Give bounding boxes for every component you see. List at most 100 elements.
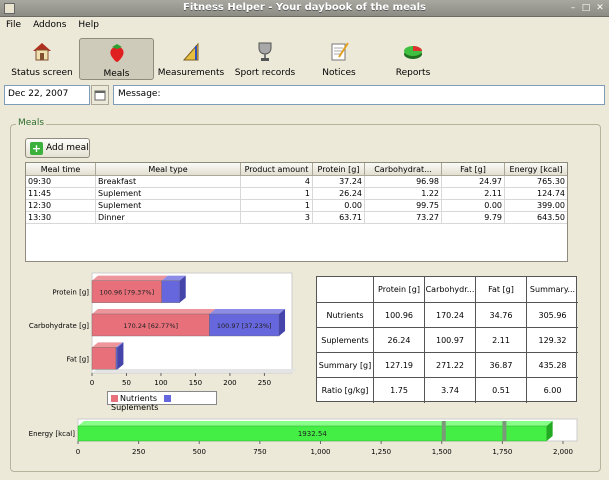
meals-table-header: Meal time Meal type Product amount Prote… [26, 163, 567, 176]
window-titlebar: Fitness Helper - Your daybook of the mea… [0, 0, 609, 17]
notepad-icon [331, 42, 349, 61]
calendar-button[interactable] [91, 85, 109, 105]
cell-time: 12:30 [26, 200, 96, 212]
cell-energy: 765.30 [537, 177, 565, 186]
stats-column-header: Carbohydr... [425, 277, 476, 303]
stats-cell: 6.00 [543, 386, 562, 395]
menu-help[interactable]: Help [72, 17, 105, 33]
stats-row-header: Ratio [g/kg] [317, 378, 374, 403]
toolbar-reports[interactable]: Reports [381, 38, 445, 80]
legend-suplements: Suplements [111, 403, 159, 412]
legend-swatch-suplements [163, 395, 171, 402]
toolbar-sport-records[interactable]: Sport records [230, 38, 300, 80]
chart-legend: Nutrients Suplements [107, 391, 217, 412]
x-tick-label: 250 [258, 379, 271, 387]
bar-suplements [115, 347, 118, 370]
legend-swatch-nutrients [111, 395, 118, 402]
table-row[interactable]: 09:30 Breakfast 4 37.24 96.98 24.97 765.… [26, 176, 567, 188]
x-tick-label: 500 [193, 448, 206, 456]
bar-top [209, 309, 286, 314]
calendar-icon [94, 90, 106, 101]
meals-table: Meal time Meal type Product amount Prote… [25, 162, 568, 262]
stats-cell: 129.32 [527, 328, 578, 353]
cell-amount: 3 [241, 212, 313, 224]
column-header[interactable]: Fat [g] [442, 163, 505, 176]
meals-group-label: Meals [16, 118, 47, 128]
menu-file[interactable]: File [0, 17, 27, 33]
target-marker [502, 421, 507, 441]
x-tick-label: 1,750 [492, 448, 512, 456]
ruler-icon [182, 42, 199, 61]
stats-cell: 3.74 [425, 378, 476, 403]
x-tick-label: 250 [132, 448, 145, 456]
bar-top [92, 309, 216, 314]
bar-data-label: 100.97 [37.23%] [217, 322, 272, 330]
stats-row-header: Summary [g] [317, 353, 374, 378]
table-row[interactable]: 12:30 Suplement 1 0.00 99.75 0.00 399.00 [26, 200, 567, 212]
stats-cell: 1.75 [374, 378, 425, 403]
cell-fat: 2.11 [442, 188, 505, 200]
y-tick-label: Protein [g] [52, 289, 89, 297]
cell-protein: 37.24 [313, 176, 365, 188]
cell-protein: 0.00 [313, 200, 365, 212]
bar-top [78, 421, 553, 426]
cell-fat: 0.00 [442, 200, 505, 212]
cell-protein: 63.71 [313, 212, 365, 224]
x-tick-label: 2,000 [553, 448, 573, 456]
cell-fat: 24.97 [442, 176, 505, 188]
y-tick-label: Energy [kcal] [29, 430, 76, 438]
menu-bar: File Addons Help [0, 17, 609, 35]
x-tick-label: 200 [223, 379, 236, 387]
minimize-icon[interactable]: – [567, 3, 579, 14]
bar-data-label: 1932.54 [298, 430, 327, 438]
toolbar-meals[interactable]: Meals [79, 38, 154, 80]
nutrient-summary-table: Protein [g] Carbohydr... Fat [g] Summary...… [316, 276, 578, 403]
bar-data-label: 100.96 [79.37%] [99, 289, 154, 297]
stats-cell: 271.22 [425, 353, 476, 378]
close-icon[interactable]: ✕ [594, 3, 606, 14]
add-meal-button[interactable]: + Add meal [25, 138, 90, 158]
legend-nutrients: Nutrients [120, 394, 157, 403]
column-header[interactable]: Carbohydrat... [365, 163, 442, 176]
column-header[interactable]: Meal type [96, 163, 241, 176]
trophy-icon [258, 42, 272, 61]
strawberry-icon [109, 44, 124, 62]
stats-cell: 100.96 [374, 303, 425, 328]
stats-cell: 0.51 [476, 378, 527, 403]
stats-row-header: Suplements [317, 328, 374, 353]
menu-addons[interactable]: Addons [27, 17, 72, 33]
bar-nutrients [91, 347, 117, 370]
table-row[interactable]: 11:45 Suplement 1 26.24 1.22 2.11 124.74 [26, 188, 567, 200]
stats-column-header: Fat [g] [476, 277, 527, 303]
column-header[interactable]: Meal time [26, 163, 96, 176]
bar-data-label: 170.24 [62.77%] [123, 322, 178, 330]
toolbar-status-screen[interactable]: Status screen [8, 38, 76, 80]
column-header[interactable]: Protein [g] [313, 163, 365, 176]
maximize-icon[interactable]: □ [580, 3, 592, 14]
x-tick-label: 100 [154, 379, 167, 387]
column-header[interactable]: Product amount [241, 163, 313, 176]
message-field[interactable]: Message: [113, 85, 605, 105]
stats-cell: 305.96 [527, 303, 578, 328]
nutrients-bar-chart: Protein [g] 100.96 [79.37%] Carbohydrate [… [29, 272, 297, 387]
bar-suplements [161, 280, 180, 303]
add-meal-label: Add meal [46, 143, 89, 153]
stats-cell: 36.87 [476, 353, 527, 378]
date-field[interactable]: Dec 22, 2007 [4, 85, 90, 105]
column-header[interactable]: Energy [kcal] [505, 163, 567, 176]
x-tick-label: 1,000 [310, 448, 330, 456]
cell-carbohydrate: 73.27 [365, 212, 442, 224]
bar-top [92, 275, 168, 281]
toolbar-notices[interactable]: Notices [308, 38, 370, 80]
energy-bar-chart: Energy [kcal] 1932.54 0 250 500 750 1,000 1,250… [29, 418, 578, 456]
x-tick-label: 750 [253, 448, 266, 456]
x-tick-label: 0 [76, 448, 80, 456]
stats-cell: 2.11 [476, 328, 527, 353]
stats-cell: 435.28 [527, 353, 578, 378]
x-tick-label: 0 [90, 379, 94, 387]
toolbar-measurements[interactable]: Measurements [157, 38, 225, 80]
y-tick-label: Fat [g] [66, 355, 89, 363]
table-row[interactable]: 13:30 Dinner 3 63.71 73.27 9.79 643.50 [26, 212, 567, 224]
cell-carbohydrate: 96.98 [365, 176, 442, 188]
x-tick-label: 150 [189, 379, 202, 387]
